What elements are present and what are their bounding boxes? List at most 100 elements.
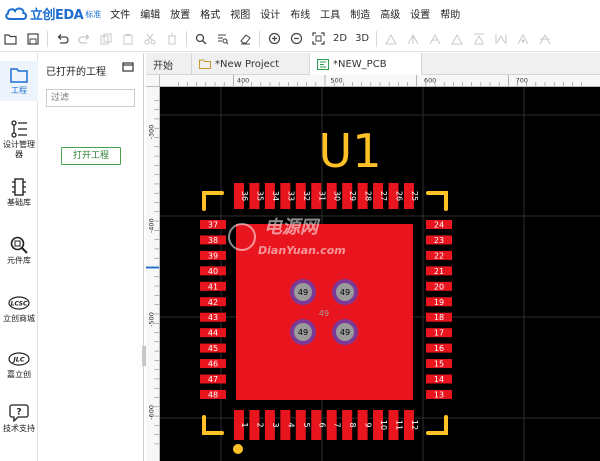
svg-text:23: 23 — [434, 236, 444, 245]
paste-icon[interactable] — [117, 28, 139, 50]
view-3d-button[interactable]: 3D — [351, 33, 373, 44]
open-project-button[interactable]: 打开工程 — [61, 147, 121, 165]
ruler-v-label: -500 — [147, 312, 155, 327]
via-2[interactable]: 49 — [290, 319, 316, 345]
save-icon[interactable] — [22, 28, 44, 50]
pad-40[interactable]: 40 — [200, 266, 226, 276]
pad-23[interactable]: 23 — [426, 235, 452, 245]
align-right-icon[interactable] — [402, 28, 424, 50]
menu-place[interactable]: 放置 — [170, 6, 190, 21]
rail-item-support[interactable]: ? 技术支持 — [0, 403, 38, 434]
pad-17[interactable]: 17 — [426, 328, 452, 338]
component-designator[interactable]: U1 — [319, 124, 382, 178]
rail-item-basic-library[interactable]: 基础库 — [0, 177, 38, 208]
via-label: 49 — [298, 328, 308, 337]
find-replace-icon[interactable] — [212, 28, 234, 50]
pad-19[interactable]: 19 — [426, 297, 452, 307]
delete-icon[interactable] — [161, 28, 183, 50]
view-2d-button[interactable]: 2D — [329, 33, 351, 44]
align-left-icon[interactable] — [380, 28, 402, 50]
menu-help[interactable]: 帮助 — [440, 6, 460, 21]
via-label: 49 — [340, 328, 350, 337]
watermark-cn: 电源网 — [264, 217, 321, 238]
rail-item-jlc[interactable]: JLC 嘉立创 — [0, 349, 38, 380]
rail-item-label: 嘉立创 — [7, 370, 31, 379]
help-icon: ? — [0, 403, 38, 423]
pad-38[interactable]: 38 — [200, 235, 226, 245]
exposed-pad-label: 49 — [319, 309, 329, 318]
pad-41[interactable]: 41 — [200, 281, 226, 292]
pad-21[interactable]: 21 — [426, 266, 452, 276]
svg-text:38: 38 — [208, 236, 218, 245]
rail-item-lcsc-mall[interactable]: LCSC 立创商城 — [0, 293, 38, 324]
pad-16[interactable]: 16 — [426, 343, 452, 354]
zoom-in-icon[interactable] — [263, 28, 285, 50]
rail-item-label: 设计管理器 — [3, 140, 35, 159]
pad-48[interactable]: 48 — [200, 389, 226, 400]
align-grid-icon[interactable] — [512, 28, 534, 50]
cut-icon[interactable] — [139, 28, 161, 50]
eraser-icon[interactable] — [234, 28, 256, 50]
pad-44[interactable]: 44 — [200, 328, 226, 338]
menu-format[interactable]: 格式 — [200, 6, 220, 21]
fit-view-icon[interactable] — [307, 28, 329, 50]
svg-text:44: 44 — [208, 329, 218, 338]
menu-advanced[interactable]: 高级 — [380, 6, 400, 21]
via-0[interactable]: 49 — [290, 279, 316, 305]
zoom-out-icon[interactable] — [285, 28, 307, 50]
pad-46[interactable]: 46 — [200, 359, 226, 369]
svg-text:8: 8 — [348, 422, 357, 427]
pad-18[interactable]: 18 — [426, 312, 452, 323]
svg-text:40: 40 — [208, 267, 218, 276]
rail-item-component-library[interactable]: 元件库 — [0, 235, 38, 266]
menu-fabrication[interactable]: 制造 — [350, 6, 370, 21]
pad-39[interactable]: 39 — [200, 250, 226, 261]
redo-icon[interactable] — [73, 28, 95, 50]
menu-file[interactable]: 文件 — [110, 6, 130, 21]
pad-47[interactable]: 47 — [200, 374, 226, 385]
filter-input[interactable] — [46, 89, 135, 107]
open-folder-icon[interactable] — [0, 28, 22, 50]
align-center-icon[interactable] — [534, 28, 556, 50]
search-icon[interactable] — [190, 28, 212, 50]
distribute-v-icon[interactable] — [490, 28, 512, 50]
pad-37[interactable]: 37 — [200, 220, 226, 230]
pad-22[interactable]: 22 — [426, 250, 452, 261]
pad-14[interactable]: 14 — [426, 374, 452, 385]
pad-13[interactable]: 13 — [426, 389, 452, 400]
menu-edit[interactable]: 编辑 — [140, 6, 160, 21]
tab-start[interactable]: 开始 — [146, 53, 192, 75]
align-bottom-icon[interactable] — [446, 28, 468, 50]
undo-icon[interactable] — [51, 28, 73, 50]
tab-label: 开始 — [153, 60, 173, 72]
svg-text:37: 37 — [208, 221, 218, 230]
svg-text:27: 27 — [379, 191, 388, 201]
svg-text:47: 47 — [208, 375, 218, 384]
document-tabs: 开始 *New Project *NEW_PCB — [146, 53, 600, 75]
pad-24[interactable]: 24 — [426, 220, 452, 230]
menu-view[interactable]: 视图 — [230, 6, 250, 21]
menu-route[interactable]: 布线 — [290, 6, 310, 21]
pad-45[interactable]: 45 — [200, 343, 226, 354]
menu-settings[interactable]: 设置 — [410, 6, 430, 21]
folder-outline-icon[interactable] — [122, 62, 134, 75]
copy-icon[interactable] — [95, 28, 117, 50]
pad-43[interactable]: 43 — [200, 312, 226, 323]
toolbar-separator — [47, 30, 48, 47]
menu-design[interactable]: 设计 — [260, 6, 280, 21]
via-3[interactable]: 49 — [332, 319, 358, 345]
pad-42[interactable]: 42 — [200, 297, 226, 307]
tab-new-pcb[interactable]: *NEW_PCB — [310, 53, 422, 75]
rail-item-design-manager[interactable]: 设计管理器 — [0, 119, 38, 160]
distribute-h-icon[interactable] — [468, 28, 490, 50]
via-1[interactable]: 49 — [332, 279, 358, 305]
pad-15[interactable]: 15 — [426, 359, 452, 369]
pcb-canvas[interactable]: U1 49 电源网 DianYuan.com 49 49 49 49 37383… — [160, 87, 600, 461]
rail-item-project[interactable]: 工程 — [0, 61, 38, 101]
align-top-icon[interactable] — [424, 28, 446, 50]
menu-tools[interactable]: 工具 — [320, 6, 340, 21]
via-label: 49 — [340, 288, 350, 297]
pin1-marker — [233, 444, 243, 454]
pad-20[interactable]: 20 — [426, 281, 452, 292]
tab-new-project[interactable]: *New Project — [192, 53, 310, 75]
